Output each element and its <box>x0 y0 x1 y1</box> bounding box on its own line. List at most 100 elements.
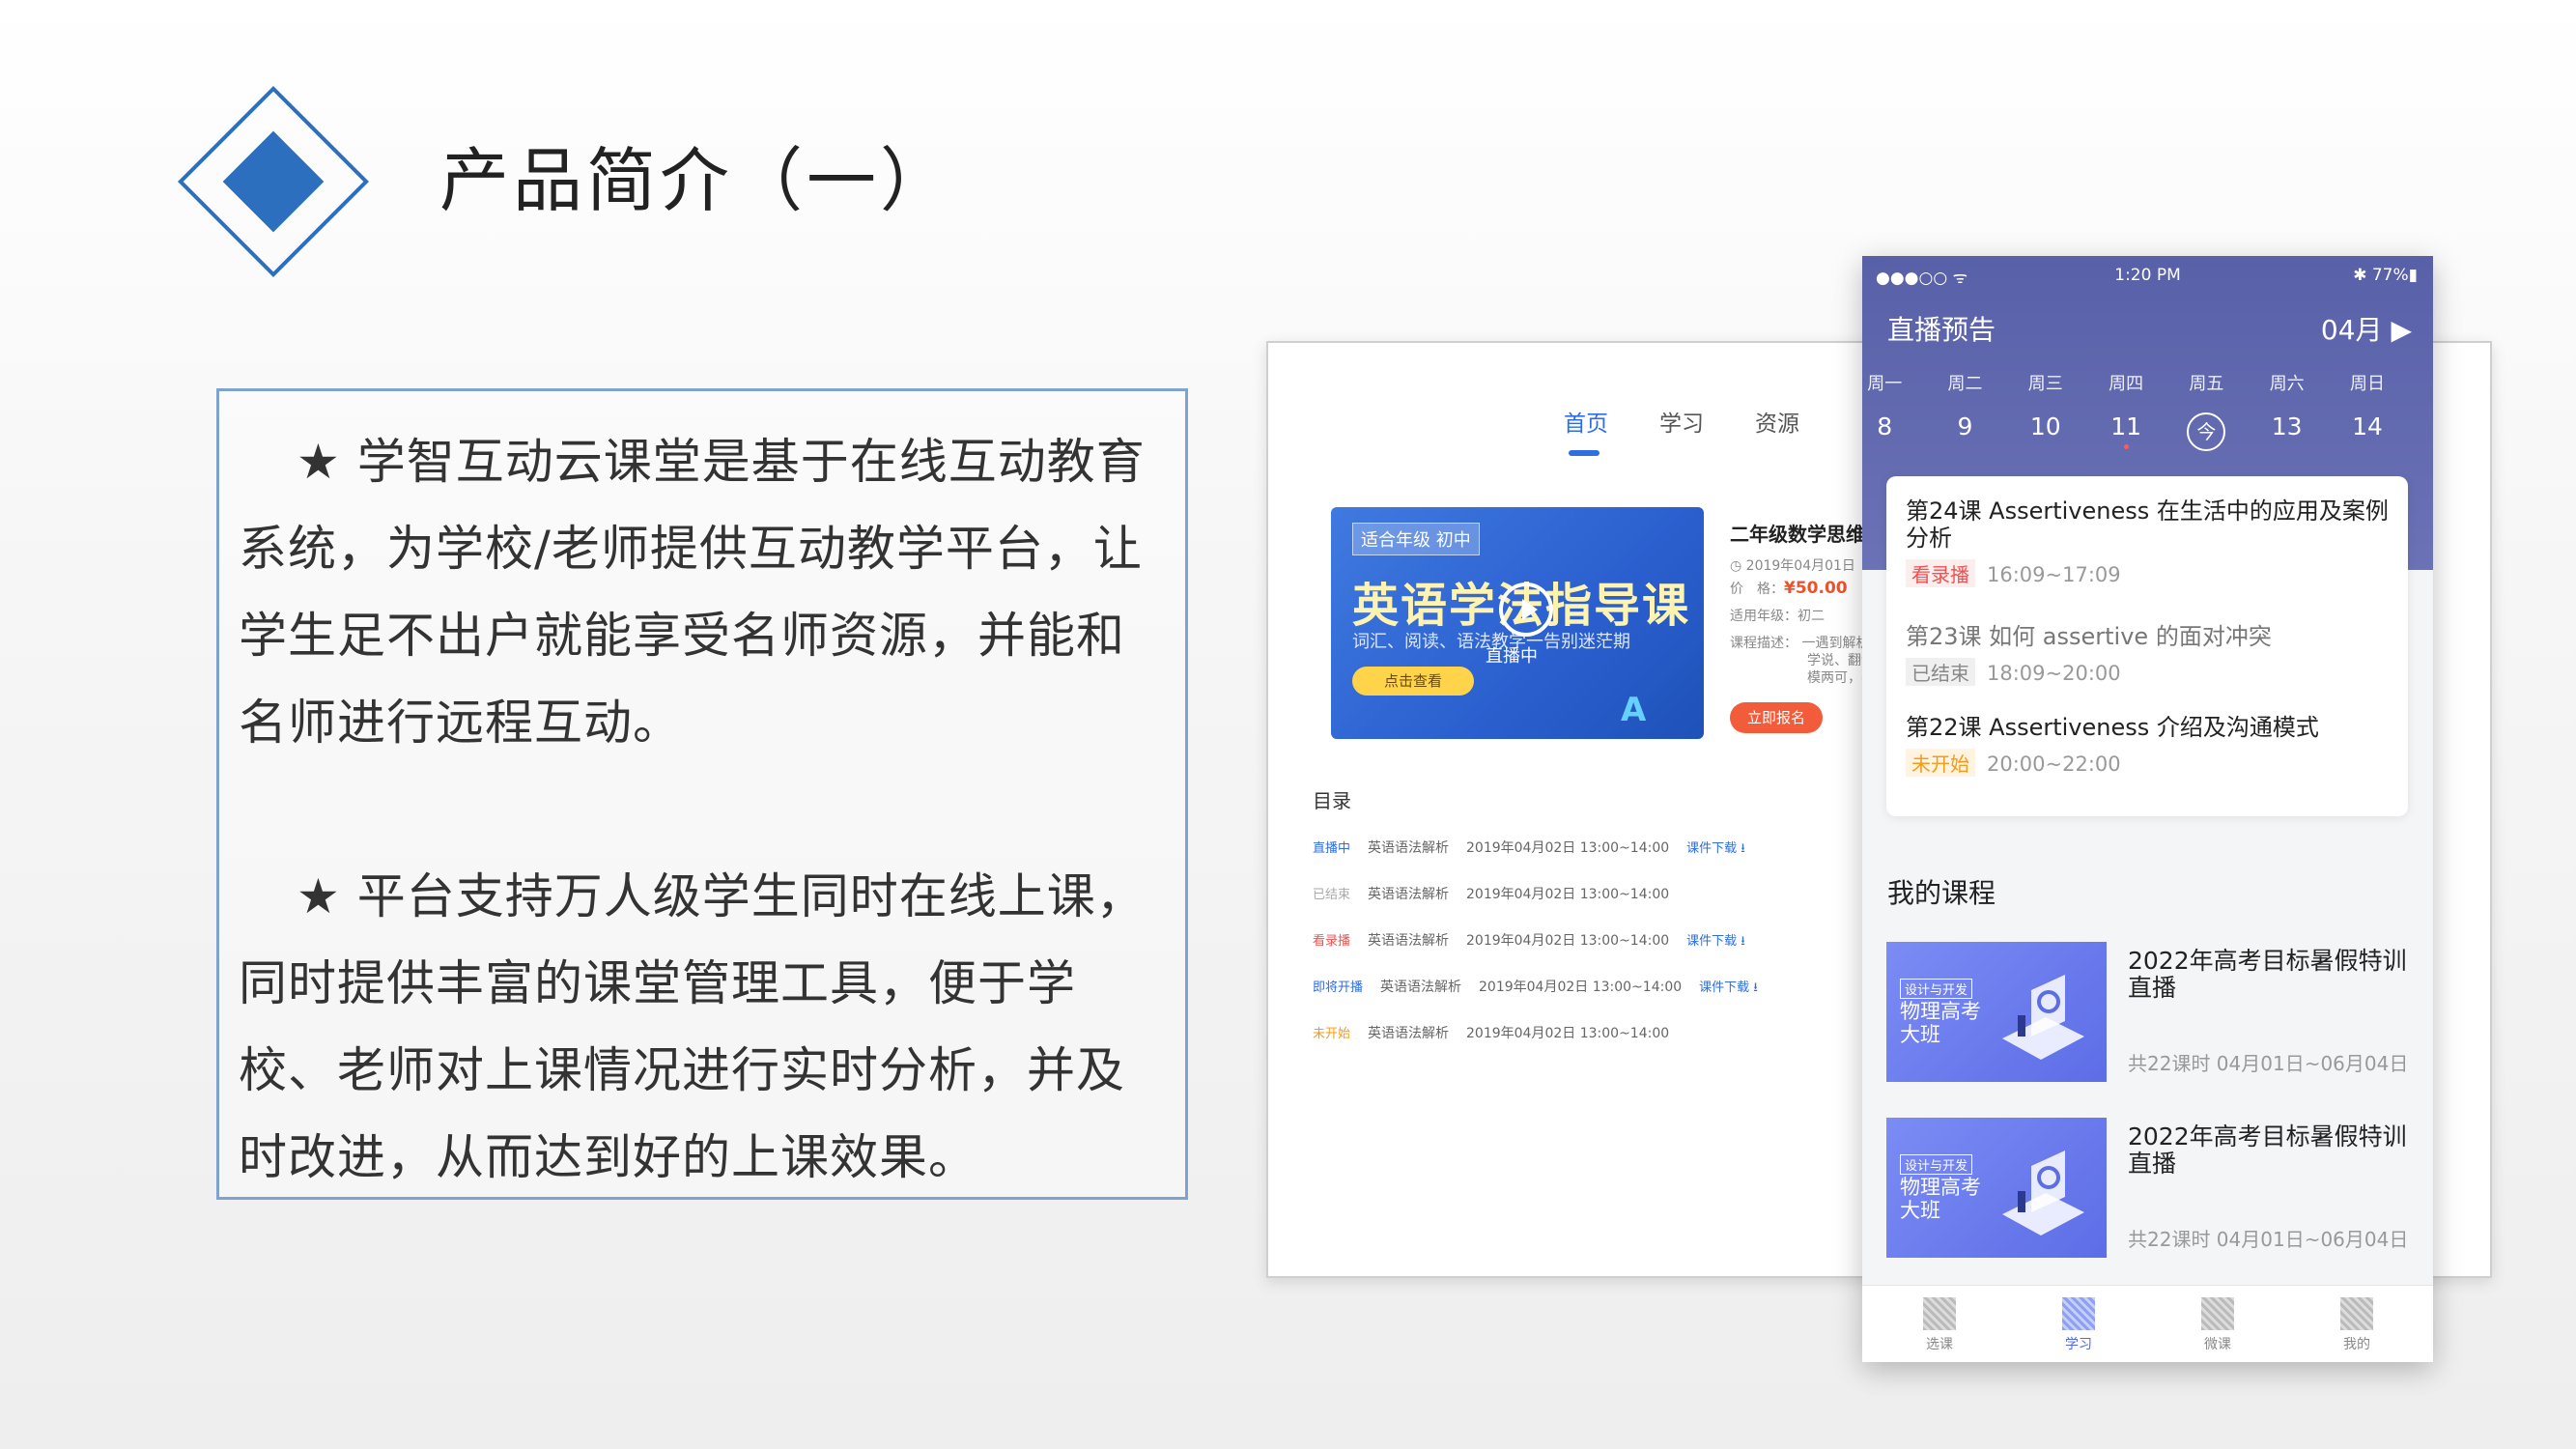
toc-row[interactable]: 直播中 英语语法解析 2019年04月02日 13:00~14:00 课件下载 ⭳ <box>1313 838 1763 868</box>
toc-row[interactable]: 即将开播 英语语法解析 2019年04月02日 13:00~14:00 课件下载 ⭳ <box>1313 977 1775 1008</box>
course-title: 2022年高考目标暑假特训直播 <box>2128 1122 2407 1178</box>
schedule-item[interactable]: 第24课 Assertiveness 在生活中的应用及案例分析 看录播 16:09… <box>1906 497 2393 587</box>
live-preview-title: 直播预告 <box>1887 314 1996 346</box>
banner-grade-tag: 适合年级 初中 <box>1352 523 1480 555</box>
schedule-title: 第23课 如何 assertive 的面对冲突 <box>1906 623 2272 650</box>
day-1[interactable]: 周一 8 <box>1862 370 1913 440</box>
my-course-item[interactable]: 设计与开发 物理高考大班 2022年高考目标暑假特训直播 共22课时 04月01… <box>1886 942 2413 1082</box>
tab-home[interactable]: 首页 <box>1564 405 1608 438</box>
isometric-desk-icon <box>2002 1151 2084 1236</box>
phone-screenshot: ●●●○○ ᯤ 1:20 PM ✱ 77%▮ 直播预告 04月 ▶ 周一 8 周二 9… <box>1862 256 2433 1362</box>
diamond-inner <box>222 130 325 233</box>
tab-label: 微课 <box>2204 1337 2231 1352</box>
battery-icon: ✱ 77%▮ <box>2353 266 2418 285</box>
day-number: 9 <box>1957 412 1973 440</box>
toc-lesson-name: 英语语法解析 <box>1368 1026 1450 1041</box>
toc-row[interactable]: 看录播 英语语法解析 2019年04月02日 13:00~14:00 课件下载 ⭳ <box>1313 930 1763 961</box>
schedule-item[interactable]: 第22课 Assertiveness 介绍及沟通模式 未开始 20:00~22:0… <box>1906 714 2393 777</box>
banner-view-button[interactable]: 点击查看 <box>1352 667 1474 696</box>
course-date: ◷ 2019年04月01日 <box>1730 558 1855 574</box>
toc-status: 未开始 <box>1313 1027 1351 1041</box>
schedule-meta: 未开始 20:00~22:00 <box>1906 749 2393 777</box>
tab-study[interactable]: 学习 <box>1659 405 1704 438</box>
play-icon[interactable] <box>1499 582 1553 637</box>
tab-micro-course[interactable]: 微课 <box>2169 1297 2266 1353</box>
thumb-text: 物理高考大班 <box>1900 1000 1981 1046</box>
micro-course-icon <box>2201 1297 2234 1330</box>
course-meta: 共22课时 04月01日~06月04日 <box>2128 1052 2409 1075</box>
toc-row[interactable]: 未开始 英语语法解析 2019年04月02日 13:00~14:00 <box>1313 1023 1704 1054</box>
desc-label: 课程描述： <box>1730 636 1798 651</box>
month-selector[interactable]: 04月 ▶ <box>2321 309 2412 348</box>
course-date-text: 2019年04月01日 <box>1745 558 1855 574</box>
bottom-tab-bar: 选课 学习 微课 我的 <box>1862 1285 2433 1362</box>
day-3[interactable]: 周三 10 <box>2017 370 2075 440</box>
schedule-time: 16:09~17:09 <box>1987 563 2121 586</box>
day-number: 13 <box>2271 412 2303 440</box>
toc-time: 2019年04月02日 13:00~14:00 <box>1466 887 1670 902</box>
my-course-item[interactable]: 设计与开发 物理高考大班 2022年高考目标暑假特训直播 共22课时 04月01… <box>1886 1118 2413 1258</box>
schedule-time: 20:00~22:00 <box>1987 753 2121 776</box>
status-bar: ●●●○○ ᯤ 1:20 PM ✱ 77%▮ <box>1862 266 2433 291</box>
toc-time: 2019年04月02日 13:00~14:00 <box>1466 1026 1670 1041</box>
course-desc: 课程描述： 一遇到解析 <box>1730 633 1869 652</box>
course-banner[interactable]: 适合年级 初中 英语学法指导课 词汇、阅读、语法教学一告别迷茫期 点击查看 直播… <box>1331 507 1704 739</box>
toc-label: 目录 <box>1313 789 1351 812</box>
download-link[interactable]: 课件下载 ⭳ <box>1686 841 1745 856</box>
day-5[interactable]: 周五今 <box>2177 370 2235 451</box>
download-link[interactable]: 课件下载 ⭳ <box>1699 980 1758 995</box>
signup-button[interactable]: 立即报名 <box>1730 702 1823 733</box>
day-number: 8 <box>1877 412 1893 440</box>
thumb-tag: 设计与开发 <box>1900 979 1973 999</box>
letter-a-icon: A <box>1621 691 1647 729</box>
course-price-row: 价 格：¥50.00 <box>1730 579 1848 598</box>
day-name: 周二 <box>1947 374 1983 394</box>
course-thumbnail: 设计与开发 物理高考大班 <box>1886 1118 2107 1258</box>
course-grade: 适用年级：初二 <box>1730 609 1825 624</box>
toc-status: 看录播 <box>1313 934 1351 949</box>
schedule-item[interactable]: 第23课 如何 assertive 的面对冲突 已结束 18:09~20:00 <box>1906 623 2393 686</box>
toc-lesson-name: 英语语法解析 <box>1368 840 1450 856</box>
has-class-dot-icon <box>2123 444 2129 449</box>
status-badge: 看录播 <box>1906 559 1975 587</box>
download-link[interactable]: 课件下载 ⭳ <box>1686 934 1745 949</box>
tab-label: 学习 <box>2065 1337 2092 1352</box>
toc-row[interactable]: 已结束 英语语法解析 2019年04月02日 13:00~14:00 <box>1313 884 1704 915</box>
page-title: 产品简介（一） <box>439 140 954 221</box>
active-tab-indicator <box>1569 450 1599 456</box>
isometric-desk-icon <box>2002 975 2084 1060</box>
schedule-meta: 看录播 16:09~17:09 <box>1906 559 2393 587</box>
thumb-text: 物理高考大班 <box>1900 1176 1981 1222</box>
tab-resources[interactable]: 资源 <box>1755 405 1799 438</box>
tab-select-course[interactable]: 选课 <box>1891 1297 1988 1353</box>
schedule-title: 第24课 Assertiveness 在生活中的应用及案例分析 <box>1906 497 2389 552</box>
week-row: 周一 8 周二 9 周三 10 周四 11 周五今 周六 13 周日 14 <box>1862 370 2433 467</box>
schedule-meta: 已结束 18:09~20:00 <box>1906 658 2393 686</box>
my-courses-title: 我的课程 <box>1887 877 1996 909</box>
toc-time: 2019年04月02日 13:00~14:00 <box>1466 840 1670 856</box>
status-time: 1:20 PM <box>2114 266 2181 285</box>
schedule-title: 第22课 Assertiveness 介绍及沟通模式 <box>1906 714 2319 741</box>
schedule-card: 第24课 Assertiveness 在生活中的应用及案例分析 看录播 16:09… <box>1886 476 2408 816</box>
day-name: 周五 <box>2189 374 2224 394</box>
day-number: 10 <box>2029 412 2061 440</box>
day-name: 周四 <box>2109 374 2144 394</box>
day-4[interactable]: 周四 11 <box>2097 370 2155 449</box>
price-label: 价 格： <box>1730 582 1784 597</box>
course-meta: 共22课时 04月01日~06月04日 <box>2128 1228 2409 1251</box>
course-price: ¥50.00 <box>1784 579 1848 598</box>
day-6[interactable]: 周六 13 <box>2258 370 2316 440</box>
course-title: 2022年高考目标暑假特训直播 <box>2128 947 2407 1002</box>
toc-lesson-name: 英语语法解析 <box>1368 887 1450 902</box>
toc-time: 2019年04月02日 13:00~14:00 <box>1479 980 1683 995</box>
toc-status: 即将开播 <box>1313 980 1364 995</box>
day-2[interactable]: 周二 9 <box>1937 370 1995 440</box>
day-7[interactable]: 周日 14 <box>2338 370 2396 440</box>
tab-mine[interactable]: 我的 <box>2308 1297 2405 1353</box>
status-badge: 已结束 <box>1906 658 1975 686</box>
intro-box: ★ 学智互动云课堂是基于在线互动教育系统，为学校/老师提供互动教学平台，让学生足… <box>216 388 1188 1200</box>
courses-icon <box>1923 1297 1956 1330</box>
course-title: 二年级数学思维 <box>1730 523 1865 546</box>
day-name: 周日 <box>2350 374 2385 394</box>
tab-study[interactable]: 学习 <box>2030 1297 2127 1353</box>
